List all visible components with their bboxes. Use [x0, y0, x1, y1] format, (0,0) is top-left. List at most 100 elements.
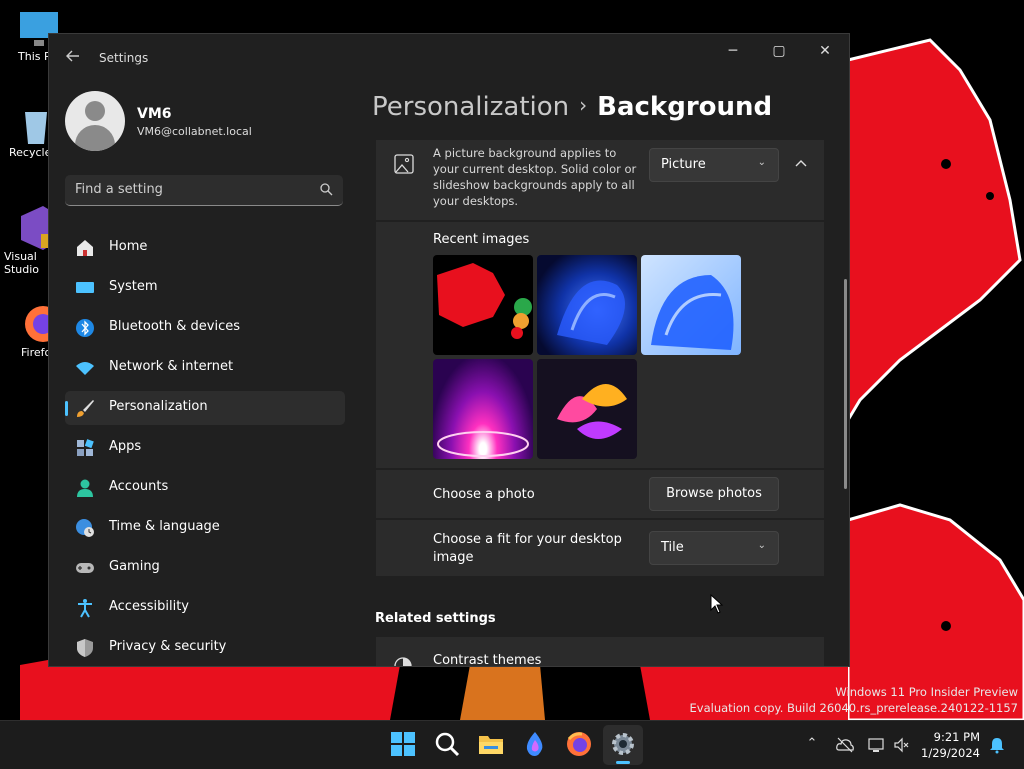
- network-icon[interactable]: [868, 736, 886, 754]
- blue-bloom-dark-thumbnail: [557, 280, 625, 345]
- recent-image-1[interactable]: [433, 255, 533, 355]
- search-icon[interactable]: [434, 731, 460, 757]
- background-type-dropdown[interactable]: Picture ⌄: [649, 148, 779, 182]
- recent-image-5[interactable]: [537, 359, 637, 459]
- blue-bloom-light-thumbnail: [651, 275, 734, 350]
- close-button[interactable]: ✕: [805, 38, 845, 64]
- sidebar-item-label: Personalization: [109, 399, 208, 414]
- sidebar-item-privacy[interactable]: Privacy & security: [65, 631, 345, 665]
- firefox-icon[interactable]: [566, 731, 592, 757]
- app-title: Settings: [99, 51, 149, 65]
- purple-glow-thumbnail: [437, 431, 529, 457]
- sidebar-item-accounts[interactable]: Accounts: [65, 471, 345, 505]
- sidebar-item-label: Privacy & security: [109, 639, 227, 654]
- picture-icon: [394, 154, 414, 174]
- person-icon: [77, 479, 93, 497]
- shield-icon: [77, 639, 93, 657]
- file-explorer-icon[interactable]: [478, 731, 504, 757]
- dropdown-value: Tile: [661, 540, 684, 555]
- accessibility-icon: [78, 599, 92, 618]
- sidebar-item-label: System: [109, 279, 158, 294]
- wifi-icon: [76, 362, 94, 375]
- recent-image-4[interactable]: [433, 359, 533, 459]
- recent-images-label: Recent images: [433, 232, 530, 247]
- breadcrumb-personalization[interactable]: Personalization: [372, 92, 569, 122]
- mouse-cursor-icon: [710, 594, 724, 614]
- system-clock[interactable]: 9:21 PM 1/29/2024: [921, 729, 980, 761]
- choose-fit-row: Choose a fit for your desktop image Tile…: [376, 520, 824, 576]
- contrast-themes-row[interactable]: Contrast themes: [376, 637, 824, 667]
- sidebar-item-personalization[interactable]: Personalization: [65, 391, 345, 425]
- dropdown-value: Picture: [661, 157, 706, 172]
- red-fish-thumbnail: [437, 263, 532, 339]
- maximize-button[interactable]: ▢: [759, 38, 799, 64]
- sidebar-item-label: Bluetooth & devices: [109, 319, 240, 334]
- chevron-down-icon: ⌄: [757, 540, 766, 551]
- edge-dev-icon[interactable]: [522, 731, 548, 757]
- clock-date: 1/29/2024: [921, 746, 980, 760]
- choose-photo-label: Choose a photo: [433, 487, 535, 502]
- gamepad-icon: [76, 563, 94, 573]
- minimize-button[interactable]: ─: [713, 38, 753, 64]
- sidebar-item-label: Network & internet: [109, 359, 234, 374]
- start-icon[interactable]: [390, 731, 416, 757]
- taskbar: ⌃ 9:21 PM 1/29/2024: [0, 720, 1024, 769]
- sidebar-item-label: Time & language: [109, 519, 220, 534]
- settings-taskbar-button[interactable]: [603, 725, 643, 765]
- browse-photos-button[interactable]: Browse photos: [649, 477, 779, 511]
- sidebar-item-label: Apps: [109, 439, 142, 454]
- avatar[interactable]: [65, 91, 125, 151]
- contrast-icon: [394, 657, 412, 666]
- sidebar-item-label: Gaming: [109, 559, 160, 574]
- search-icon: [320, 183, 333, 196]
- breadcrumb-separator: ›: [579, 93, 588, 117]
- breadcrumb-current: Background: [597, 92, 773, 122]
- running-indicator: [616, 761, 630, 764]
- watermark-line1: Windows 11 Pro Insider Preview: [835, 685, 1018, 699]
- background-type-card: A picture background applies to your cur…: [376, 140, 824, 220]
- volume-muted-icon[interactable]: [893, 736, 911, 754]
- cloud-offline-icon[interactable]: [836, 736, 854, 754]
- choose-fit-label: Choose a fit for your desktop image: [433, 532, 622, 565]
- bluetooth-icon: [76, 319, 94, 337]
- sidebar-item-home[interactable]: Home: [65, 231, 345, 265]
- recent-image-3[interactable]: [641, 255, 741, 355]
- sidebar-item-time-language[interactable]: Time & language: [65, 511, 345, 545]
- chevron-up-icon[interactable]: ⌃: [803, 736, 821, 754]
- sidebar-item-bluetooth[interactable]: Bluetooth & devices: [65, 311, 345, 345]
- arrow-left-icon: [66, 50, 79, 62]
- recent-image-2[interactable]: [537, 255, 637, 355]
- page-title: Personalization › Background: [372, 92, 772, 122]
- fit-dropdown[interactable]: Tile ⌄: [649, 531, 779, 565]
- globe-clock-icon: [76, 519, 94, 537]
- collapse-button[interactable]: [788, 150, 814, 176]
- sidebar-item-network[interactable]: Network & internet: [65, 351, 345, 385]
- desktop-icon-label: Visual Studio 2022 Preview: [4, 250, 40, 276]
- watermark-line2: Evaluation copy. Build 26040.rs_prerelea…: [689, 701, 1018, 715]
- settings-icon: [612, 733, 634, 755]
- paintbrush-icon: [77, 400, 94, 417]
- search-input[interactable]: Find a setting: [75, 182, 163, 197]
- notification-bell-icon[interactable]: [988, 736, 1006, 754]
- recent-images-card: Recent images: [376, 222, 824, 468]
- sidebar-item-apps[interactable]: Apps: [65, 431, 345, 465]
- sidebar-item-label: Accounts: [109, 479, 169, 494]
- sidebar-item-gaming[interactable]: Gaming: [65, 551, 345, 585]
- search-box[interactable]: Find a setting: [65, 175, 343, 206]
- sidebar-item-label: Accessibility: [109, 599, 189, 614]
- background-description: A picture background applies to your cur…: [433, 146, 637, 208]
- chevron-down-icon: ⌄: [757, 157, 766, 168]
- sidebar-item-label: Home: [109, 239, 148, 254]
- apps-icon: [77, 439, 94, 456]
- choose-photo-row: Choose a photo Browse photos: [376, 470, 824, 518]
- monitor-icon: [76, 282, 94, 293]
- title-bar[interactable]: Settings ─ ▢ ✕: [49, 34, 849, 82]
- sidebar-item-system[interactable]: System: [65, 271, 345, 305]
- home-icon: [77, 240, 93, 256]
- chevron-up-icon: [795, 160, 807, 167]
- colorful-petals-thumbnail: [557, 384, 627, 439]
- contrast-themes-label: Contrast themes: [433, 653, 542, 667]
- sidebar-item-accessibility[interactable]: Accessibility: [65, 591, 345, 625]
- back-button[interactable]: [63, 48, 83, 68]
- scrollbar[interactable]: [844, 279, 847, 489]
